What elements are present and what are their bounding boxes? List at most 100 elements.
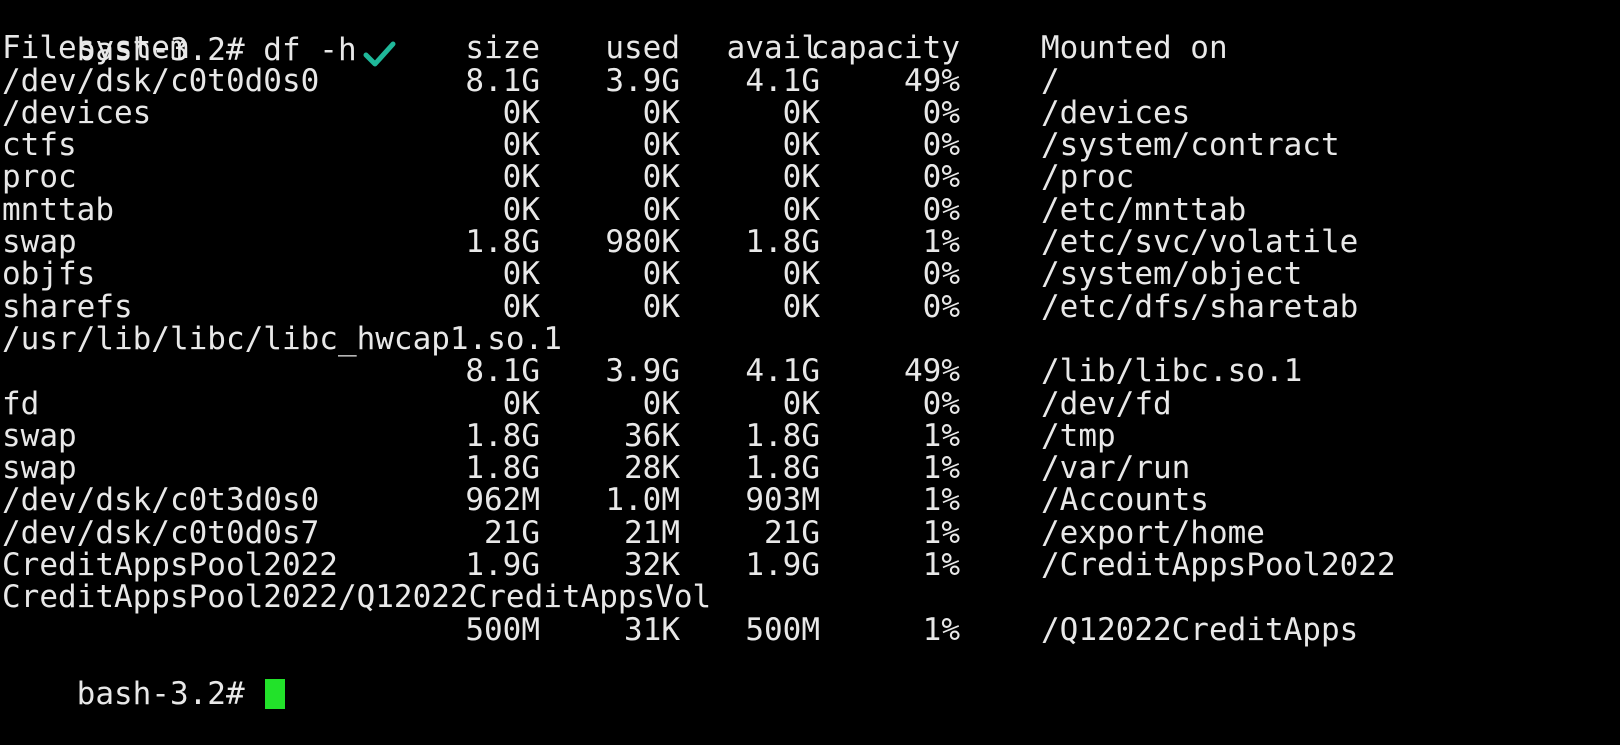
cell-mounted-on: /etc/svc/volatile [1041,224,1359,261]
filesystem-table: /dev/dsk/c0t0d0s0 8.1G 3.9G 4.1G 49% //device… [2,62,1618,648]
header-mounted-on: Mounted on [1041,30,1228,67]
cell-mounted-on: /system/contract [1041,127,1340,164]
cell-size: 8.1G [465,353,540,390]
cell-capacity: 1% [922,611,960,648]
table-row: /devices 0K 0K 0K 0% /devices [2,94,1618,131]
cell-mounted-on: /etc/dfs/sharetab [1041,288,1359,325]
cell-filesystem: ctfs [2,127,77,164]
header-avail: avail [726,30,820,67]
cell-used: 980K [605,224,680,261]
cell-avail: 0K [782,191,820,228]
table-row: /usr/lib/libc/libc_hwcap1.so.1 [2,320,1618,357]
cell-size: 0K [502,94,540,131]
table-row: swap 1.8G 28K 1.8G 1% /var/run [2,450,1618,487]
cell-filesystem: /usr/lib/libc/libc_hwcap1.so.1 [2,320,562,357]
cell-filesystem: /devices [2,94,152,131]
cell-capacity: 0% [922,256,960,293]
cell-mounted-on: /proc [1041,159,1135,196]
table-header: Filesystem size used avail capacity Moun… [2,30,1618,67]
cell-avail: 1.8G [745,450,820,487]
cell-avail: 0K [782,127,820,164]
cell-capacity: 0% [922,288,960,325]
cell-mounted-on: /CreditAppsPool2022 [1041,547,1396,584]
cell-avail: 0K [782,159,820,196]
cell-filesystem: swap [2,224,77,261]
cell-filesystem: mnttab [2,191,114,228]
table-row: proc 0K 0K 0K 0% /proc [2,159,1618,196]
cell-used: 3.9G [605,353,680,390]
terminal-window[interactable]: bash-3.2# df -h Filesystem size used ava… [2,0,1618,710]
cell-size: 1.8G [465,224,540,261]
header-used: used [605,30,680,67]
cell-size: 0K [502,288,540,325]
cell-avail: 0K [782,256,820,293]
cell-used: 0K [642,159,680,196]
cell-capacity: 1% [922,514,960,551]
text-cursor [265,679,286,710]
table-row: fd 0K 0K 0K 0% /dev/fd [2,385,1618,422]
table-row: CreditAppsPool2022 1.9G 32K 1.9G 1% /CreditAp… [2,547,1618,584]
cell-size: 1.8G [465,450,540,487]
cell-size: 1.8G [465,417,540,454]
cell-mounted-on: /var/run [1041,450,1191,487]
cell-mounted-on: /tmp [1041,417,1116,454]
cell-size: 500M [465,611,540,648]
cell-avail: 0K [782,385,820,422]
table-row: mnttab 0K 0K 0K 0% /etc/mnttab [2,191,1618,228]
cell-avail: 1.8G [745,417,820,454]
cell-size: 0K [502,385,540,422]
cell-avail: 903M [745,482,820,519]
cell-used: 21M [624,514,680,551]
header-filesystem: Filesystem [2,30,189,67]
cell-filesystem: swap [2,450,77,487]
cell-used: 1.0M [605,482,680,519]
cell-used: 0K [642,256,680,293]
table-row: swap 1.8G 980K 1.8G 1% /etc/svc/volatile [2,224,1618,261]
cell-avail: 21G [764,514,820,551]
cell-capacity: 0% [922,159,960,196]
cell-filesystem: fd [2,385,40,422]
cell-used: 31K [624,611,680,648]
cell-capacity: 0% [922,191,960,228]
cell-avail: 500M [745,611,820,648]
prompt: bash-3.2# [76,676,264,713]
cell-filesystem: /dev/dsk/c0t0d0s0 [2,62,320,99]
cell-capacity: 49% [904,62,960,99]
cell-mounted-on: /Accounts [1041,482,1209,519]
table-row: 8.1G 3.9G 4.1G 49% /lib/libc.so.1 [2,353,1618,390]
cell-size: 0K [502,159,540,196]
table-row: /dev/dsk/c0t3d0s0 962M 1.0M 903M 1% /Accounts [2,482,1618,519]
cell-used: 0K [642,288,680,325]
table-row: objfs 0K 0K 0K 0% /system/object [2,256,1618,293]
cell-mounted-on: /system/object [1041,256,1303,293]
cell-capacity: 1% [922,224,960,261]
final-prompt-line[interactable]: bash-3.2# [2,646,1618,710]
cell-filesystem: /dev/dsk/c0t0d0s7 [2,514,320,551]
table-row: 500M 31K 500M 1% /Q12022CreditApps [2,611,1618,648]
cell-used: 0K [642,191,680,228]
cell-avail: 4.1G [745,62,820,99]
table-row: CreditAppsPool2022/Q12022CreditAppsVol [2,579,1618,616]
cell-filesystem: /dev/dsk/c0t3d0s0 [2,482,320,519]
table-row: /dev/dsk/c0t0d0s7 21G 21M 21G 1% /export/home [2,514,1618,551]
cell-used: 3.9G [605,62,680,99]
cell-mounted-on: /export/home [1041,514,1265,551]
cell-used: 36K [624,417,680,454]
cell-size: 0K [502,191,540,228]
cell-capacity: 1% [922,482,960,519]
cell-used: 28K [624,450,680,487]
cell-capacity: 1% [922,547,960,584]
cell-capacity: 0% [922,94,960,131]
cell-mounted-on: / [1041,62,1060,99]
table-row: ctfs 0K 0K 0K 0% /system/contract [2,127,1618,164]
cell-capacity: 1% [922,450,960,487]
cell-size: 8.1G [465,62,540,99]
table-row: swap 1.8G 36K 1.8G 1% /tmp [2,417,1618,454]
cell-mounted-on: /Q12022CreditApps [1041,611,1359,648]
cell-filesystem: swap [2,417,77,454]
cell-mounted-on: /devices [1041,94,1191,131]
cell-used: 0K [642,94,680,131]
cell-filesystem: CreditAppsPool2022/Q12022CreditAppsVol [2,579,712,616]
cell-capacity: 0% [922,127,960,164]
cell-size: 1.9G [465,547,540,584]
